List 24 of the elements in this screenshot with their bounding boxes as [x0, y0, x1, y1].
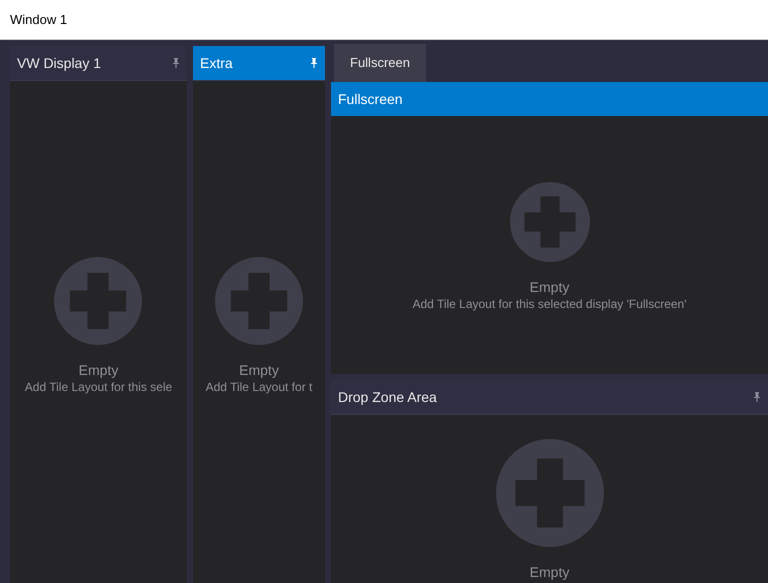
- panel-title: Fullscreen: [338, 90, 403, 108]
- add-icon[interactable]: [510, 182, 590, 262]
- panel-header[interactable]: Extra: [193, 46, 325, 80]
- panel-header[interactable]: VW Display 1: [10, 46, 187, 80]
- add-icon[interactable]: [54, 257, 142, 345]
- empty-title: Empty: [530, 278, 570, 296]
- empty-description: Add Tile Layout for t: [206, 379, 312, 395]
- panel-title: VW Display 1: [17, 54, 102, 73]
- add-icon[interactable]: [496, 439, 604, 547]
- pin-icon[interactable]: [753, 392, 761, 402]
- add-icon[interactable]: [214, 257, 303, 345]
- panel-header[interactable]: Fullscreen: [331, 82, 768, 116]
- empty-description: Add Tile Layout for this sele: [24, 379, 172, 395]
- window-title: Window 1: [10, 10, 68, 29]
- empty-title: Empty: [239, 361, 279, 379]
- pin-icon[interactable]: [310, 58, 318, 68]
- panel-header[interactable]: Drop Zone Area: [331, 380, 768, 414]
- empty-description: Add Tile Layout for this selected display 'Fullscreen': [412, 296, 687, 312]
- tab[interactable]: Fullscreen: [334, 44, 426, 82]
- empty-title: Empty: [78, 361, 118, 379]
- empty-title: Empty: [530, 563, 570, 581]
- pin-icon[interactable]: [172, 58, 180, 68]
- panel-title: Extra: [200, 54, 233, 72]
- panel-title: Drop Zone Area: [338, 388, 437, 407]
